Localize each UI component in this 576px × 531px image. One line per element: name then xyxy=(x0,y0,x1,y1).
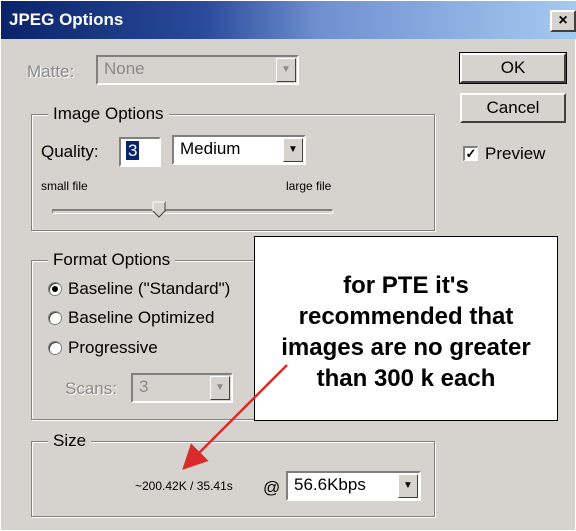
callout-line-3: images are no greater xyxy=(281,334,531,361)
close-icon: × xyxy=(558,12,568,29)
callout-line-1: for PTE it's xyxy=(343,272,469,299)
quality-preset-value: Medium xyxy=(180,139,241,158)
ok-button-label: OK xyxy=(500,58,526,77)
image-options-legend: Image Options xyxy=(48,104,169,124)
preview-checkbox[interactable]: ✓ xyxy=(463,146,478,161)
callout-line-2: recommended that xyxy=(298,303,514,330)
format-options-legend: Format Options xyxy=(48,250,176,270)
title-bar[interactable]: JPEG Options × xyxy=(1,1,576,39)
large-file-label: large file xyxy=(286,179,332,193)
chevron-down-icon[interactable]: ▼ xyxy=(283,138,303,162)
preview-label: Preview xyxy=(485,144,546,163)
close-button[interactable]: × xyxy=(550,10,576,32)
cancel-button[interactable]: Cancel xyxy=(460,93,566,123)
chevron-down-icon[interactable]: ▼ xyxy=(276,58,296,82)
radio-baseline-standard[interactable] xyxy=(48,282,62,296)
baseline-standard-label: Baseline ("Standard") xyxy=(68,279,231,298)
quality-input[interactable]: 3 xyxy=(119,137,161,167)
quality-preset-select[interactable]: Medium ▼ xyxy=(172,135,306,165)
quality-slider[interactable] xyxy=(52,209,333,214)
ok-button[interactable]: OK xyxy=(459,52,567,84)
scans-label: Scans: xyxy=(65,379,117,398)
matte-label: Matte: xyxy=(27,62,75,81)
connection-speed-select[interactable]: 56.6Kbps ▼ xyxy=(286,471,421,501)
cancel-button-label: Cancel xyxy=(486,98,540,117)
matte-select-value: None xyxy=(104,59,145,78)
check-icon: ✓ xyxy=(465,146,477,161)
quality-label: Quality: xyxy=(41,142,99,161)
size-legend: Size xyxy=(48,431,92,451)
radio-selected-dot xyxy=(52,286,58,292)
chevron-down-icon[interactable]: ▼ xyxy=(398,474,418,498)
quality-input-value: 3 xyxy=(126,141,140,160)
baseline-optimized-label: Baseline Optimized xyxy=(68,308,215,327)
slider-thumb[interactable] xyxy=(152,201,166,219)
jpeg-options-dialog: JPEG Options × Matte: None ▼ OK Cancel ✓… xyxy=(0,0,576,531)
radio-progressive[interactable] xyxy=(48,341,62,355)
radio-baseline-optimized[interactable] xyxy=(48,311,62,325)
small-file-label: small file xyxy=(41,179,88,193)
scans-select-value: 3 xyxy=(139,377,149,396)
connection-speed-value: 56.6Kbps xyxy=(294,475,366,494)
matte-select[interactable]: None ▼ xyxy=(96,55,299,85)
progressive-label: Progressive xyxy=(68,338,158,357)
size-at-label: @ xyxy=(263,478,281,497)
size-readout: ~200.42K / 35.41s xyxy=(135,479,233,493)
window-title: JPEG Options xyxy=(9,10,124,29)
annotation-arrow-icon xyxy=(182,364,288,470)
